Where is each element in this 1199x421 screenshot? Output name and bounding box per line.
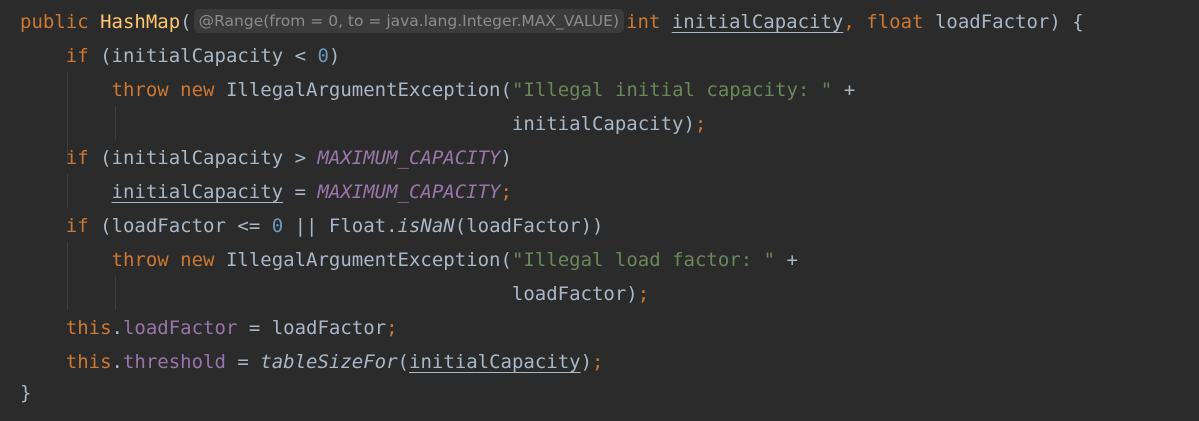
string-literal: "Illegal initial capacity: " bbox=[511, 79, 833, 101]
assignment: = loadFactor bbox=[237, 317, 387, 339]
keyword-this: this bbox=[65, 317, 112, 339]
number-literal: 0 bbox=[271, 215, 284, 237]
dot: . bbox=[111, 351, 123, 373]
open-paren: ( bbox=[397, 351, 409, 373]
code-line-2[interactable]: if (initialCapacity < 0) bbox=[20, 39, 341, 73]
plus-operator: + bbox=[786, 249, 798, 271]
code-line-6[interactable]: initialCapacity = MAXIMUM_CAPACITY; bbox=[20, 175, 512, 209]
or-operator: || Float. bbox=[283, 215, 398, 237]
param-initial-capacity: initialCapacity bbox=[111, 181, 284, 203]
condition: (initialCapacity > bbox=[100, 147, 318, 169]
code-line-7[interactable]: if (loadFactor <= 0 || Float.isNaN(loadF… bbox=[20, 209, 604, 243]
semicolon: ; bbox=[694, 113, 707, 135]
param-load-factor: loadFactor bbox=[934, 11, 1050, 33]
code-line-5[interactable]: if (initialCapacity > MAXIMUM_CAPACITY) bbox=[20, 141, 512, 175]
call-args: (loadFactor)) bbox=[454, 215, 604, 237]
constant-maximum-capacity: MAXIMUM_CAPACITY bbox=[317, 181, 501, 203]
code-line-8[interactable]: throw new IllegalArgumentException("Ille… bbox=[20, 243, 798, 277]
inlay-hint-range[interactable]: @Range(from = 0, to = java.lang.Integer.… bbox=[193, 9, 624, 33]
argument: loadFactor) bbox=[511, 283, 638, 305]
closing-brace: } bbox=[20, 382, 32, 404]
close-paren-brace: ) { bbox=[1049, 11, 1084, 33]
code-line-4[interactable]: initialCapacity); bbox=[20, 107, 706, 141]
code-line-9[interactable]: loadFactor); bbox=[20, 277, 649, 311]
method-call-table-size-for: tableSizeFor bbox=[260, 351, 398, 373]
exception-constructor: IllegalArgumentException( bbox=[225, 249, 512, 271]
condition: (initialCapacity < bbox=[100, 45, 318, 67]
code-editor[interactable]: public HashMap(@Range(from = 0, to = jav… bbox=[0, 0, 1199, 421]
keyword-this: this bbox=[65, 351, 112, 373]
string-literal: "Illegal load factor: " bbox=[511, 249, 776, 271]
open-paren: ( bbox=[180, 11, 192, 33]
param-initial-capacity: initialCapacity bbox=[409, 351, 581, 373]
close-paren: ) bbox=[328, 45, 341, 67]
semicolon: ; bbox=[592, 351, 604, 373]
argument: initialCapacity) bbox=[511, 113, 695, 135]
keyword-throw: throw bbox=[111, 249, 169, 271]
keyword-new: new bbox=[180, 79, 215, 101]
keyword-if: if bbox=[65, 147, 89, 169]
semicolon: ; bbox=[386, 317, 398, 339]
dot: . bbox=[111, 317, 123, 339]
condition: (loadFactor <= bbox=[100, 215, 272, 237]
semicolon: ; bbox=[500, 181, 512, 203]
field-load-factor: loadFactor bbox=[122, 317, 238, 339]
keyword-public: public bbox=[20, 11, 89, 33]
keyword-new: new bbox=[180, 249, 215, 271]
keyword-int: int bbox=[626, 11, 661, 33]
semicolon: ; bbox=[637, 283, 650, 305]
param-initial-capacity: initialCapacity bbox=[671, 11, 844, 33]
plus-operator: + bbox=[843, 79, 856, 101]
code-line-11[interactable]: this.threshold = tableSizeFor(initialCap… bbox=[20, 345, 604, 379]
assign-operator: = bbox=[225, 351, 261, 373]
code-line-12[interactable]: } bbox=[20, 376, 31, 410]
code-line-3[interactable]: throw new IllegalArgumentException("Ille… bbox=[20, 73, 856, 107]
comma: , bbox=[843, 11, 855, 33]
assign-operator: = bbox=[283, 181, 318, 203]
keyword-if: if bbox=[65, 215, 89, 237]
keyword-throw: throw bbox=[111, 79, 169, 101]
keyword-float: float bbox=[866, 11, 924, 33]
constant-maximum-capacity: MAXIMUM_CAPACITY bbox=[317, 147, 501, 169]
exception-constructor: IllegalArgumentException( bbox=[225, 79, 512, 101]
code-line-1[interactable]: public HashMap(@Range(from = 0, to = jav… bbox=[20, 5, 1084, 39]
static-method-isnan: isNaN bbox=[397, 215, 455, 237]
field-threshold: threshold bbox=[122, 351, 226, 373]
close-paren: ) bbox=[500, 147, 512, 169]
close-paren: ) bbox=[580, 351, 593, 373]
method-name: HashMap bbox=[100, 11, 181, 33]
keyword-if: if bbox=[65, 45, 89, 67]
code-line-10[interactable]: this.loadFactor = loadFactor; bbox=[20, 311, 398, 345]
number-literal: 0 bbox=[317, 45, 329, 67]
